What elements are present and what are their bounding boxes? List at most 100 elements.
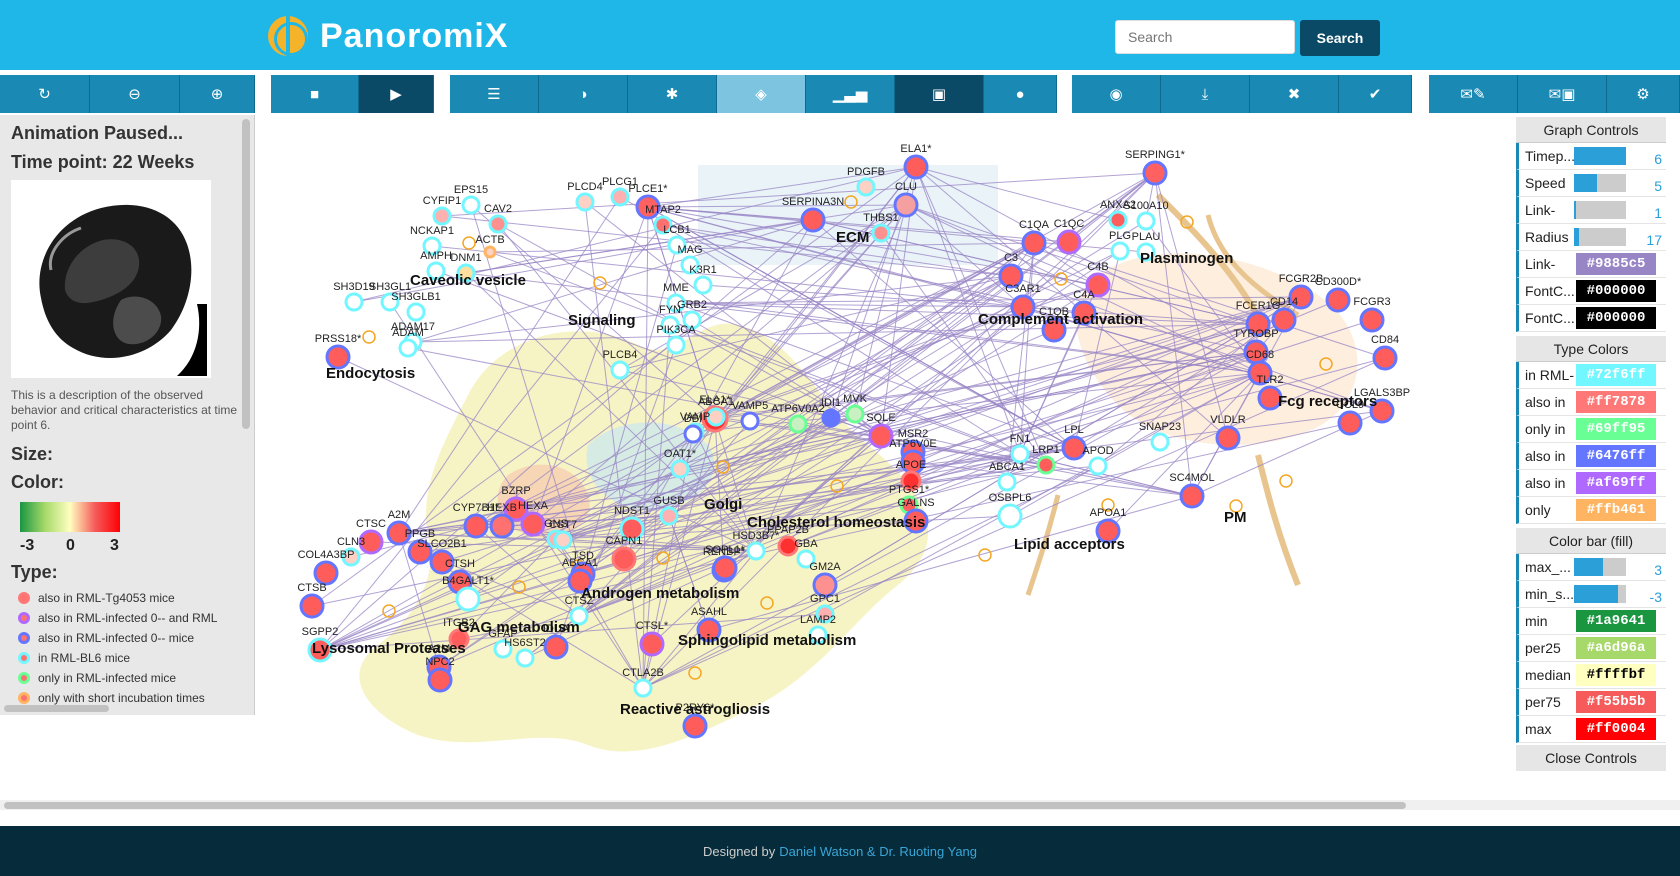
gene-node-circle[interactable] (427, 667, 453, 693)
color-picker[interactable]: #af69ff (1576, 472, 1656, 494)
color-bar-header[interactable]: Color bar (fill) (1516, 528, 1666, 554)
color-picker[interactable]: #ff0004 (1576, 718, 1656, 740)
gene-node-circle[interactable] (553, 530, 573, 550)
gene-node[interactable]: C3 (998, 252, 1024, 289)
gene-node[interactable]: C1QC (1054, 218, 1085, 255)
mail-edit-button[interactable]: ✉✎ (1429, 75, 1518, 113)
gene-node-circle[interactable] (432, 206, 452, 226)
gene-node-circle[interactable] (1359, 307, 1385, 333)
gene-node[interactable]: K3R1 (689, 264, 717, 295)
color-picker[interactable]: #9885c5 (1576, 253, 1656, 275)
slider[interactable] (1574, 201, 1626, 219)
hide-labels-button[interactable]: ◈ (717, 75, 806, 113)
gene-node-circle[interactable] (1142, 160, 1168, 186)
color-picker[interactable]: #000000 (1576, 280, 1656, 302)
gene-node-circle[interactable] (463, 513, 489, 539)
color-picker[interactable]: #ffb461 (1576, 499, 1656, 521)
gene-node-circle[interactable] (683, 424, 703, 444)
camera-button[interactable]: ◉ (1072, 75, 1161, 113)
color-picker[interactable]: #72f6ff (1576, 364, 1656, 386)
gene-node[interactable]: CD14 (1270, 296, 1298, 333)
gene-node-circle[interactable] (1150, 432, 1170, 452)
gene-node[interactable]: FCGR3 (1353, 296, 1391, 333)
gene-node-circle[interactable] (1179, 483, 1205, 509)
footer-authors-link[interactable]: Daniel Watson & Dr. Ruoting Yang (779, 844, 977, 859)
droplet-button[interactable]: ● (984, 75, 1057, 113)
refresh-button[interactable]: ↻ (0, 75, 90, 113)
gene-node-circle[interactable] (1136, 211, 1156, 231)
color-picker[interactable]: #000000 (1576, 307, 1656, 329)
gene-node-circle[interactable] (398, 338, 418, 358)
gene-node-circle[interactable] (693, 275, 713, 295)
gene-node[interactable]: NPC2 (425, 656, 455, 693)
gene-node-circle[interactable] (997, 472, 1017, 492)
gene-node-circle[interactable] (682, 713, 708, 739)
logo[interactable]: PanoromiX (268, 14, 508, 58)
color-picker[interactable]: #69ff95 (1576, 418, 1656, 440)
gene-node-circle[interactable] (455, 586, 481, 612)
color-picker[interactable]: #ff7878 (1576, 391, 1656, 413)
network-graph[interactable]: ELA1* PDGFB CLU SERPING1* EPS15 CYFIP1 CAV2 PLC… (258, 115, 1513, 800)
image-button[interactable]: ▣ (895, 75, 984, 113)
zoom-in-button[interactable]: ⊕ (180, 75, 255, 113)
color-picker[interactable]: #ffffbf (1576, 664, 1656, 686)
gene-node-circle[interactable] (515, 648, 535, 668)
gene-node[interactable]: FN1 (1010, 433, 1031, 464)
info-panel-horizontal-scrollbar[interactable] (4, 705, 109, 712)
color-picker[interactable]: #6476ff (1576, 445, 1656, 467)
gene-node-circle[interactable] (483, 245, 497, 259)
download-button[interactable]: ⤓ (1161, 75, 1250, 113)
gene-node-circle[interactable] (1036, 455, 1056, 475)
settings-button[interactable]: ⚙ (1607, 75, 1680, 113)
slider[interactable] (1574, 147, 1626, 165)
gene-node-circle[interactable] (1088, 456, 1108, 476)
zoom-out-button[interactable]: ⊖ (90, 75, 180, 113)
gene-node-circle[interactable] (1021, 230, 1047, 256)
search-input[interactable] (1115, 20, 1295, 54)
gene-node-circle[interactable] (1108, 210, 1128, 230)
gene-node-circle[interactable] (1337, 410, 1363, 436)
gene-node[interactable]: CTSB (297, 582, 327, 619)
gene-node-circle[interactable] (611, 546, 637, 572)
gene-node[interactable]: CYFIP1 (423, 195, 462, 226)
gene-node[interactable]: DBI (683, 413, 703, 444)
gene-node-circle[interactable] (1010, 444, 1030, 464)
gene-node-circle[interactable] (800, 207, 826, 233)
gene-node-circle[interactable] (488, 214, 508, 234)
gene-node-circle[interactable] (520, 511, 546, 537)
info-panel-scrollbar[interactable] (242, 119, 250, 429)
gene-node[interactable]: CD84 (1371, 334, 1399, 371)
gene-node[interactable]: OSBPL6 (989, 492, 1032, 529)
slider[interactable] (1574, 228, 1626, 246)
asterisk-button[interactable]: ✱ (628, 75, 717, 113)
gene-node[interactable]: SC4MOL (1169, 472, 1215, 509)
type-colors-header[interactable]: Type Colors (1516, 336, 1666, 362)
play-button[interactable]: ▶ (359, 75, 434, 113)
gene-node[interactable]: CLU (893, 181, 919, 218)
gene-node[interactable]: SERPING1* (1125, 149, 1186, 186)
gene-node-circle[interactable] (1215, 425, 1241, 451)
gene-node[interactable]: PRSS18* (315, 333, 362, 370)
gene-node-circle[interactable] (489, 513, 515, 539)
gene-node-circle[interactable] (788, 414, 808, 434)
gene-node-circle[interactable] (633, 678, 653, 698)
gene-node-circle[interactable] (670, 459, 690, 479)
gene-node-circle[interactable] (871, 223, 891, 243)
gene-node[interactable]: PLCD4 (567, 181, 603, 212)
gene-node-circle[interactable] (659, 506, 679, 526)
graph-horizontal-scrollbar[interactable] (4, 802, 1406, 809)
gene-node[interactable]: S100A10 (1123, 200, 1169, 231)
gene-node-circle[interactable] (299, 593, 325, 619)
gene-node[interactable]: CAV2 (484, 203, 512, 234)
gene-node-circle[interactable] (313, 560, 339, 586)
gene-node-circle[interactable] (1325, 287, 1351, 313)
gene-node-circle[interactable] (856, 177, 876, 197)
gene-node-circle[interactable] (1110, 241, 1130, 261)
bar-chart-button[interactable]: ▁▃▅ (806, 75, 895, 113)
gene-node-circle[interactable] (639, 631, 665, 657)
list-button[interactable]: ☰ (450, 75, 539, 113)
gene-node[interactable]: HEXB (487, 502, 517, 539)
gene-node-circle[interactable] (1056, 229, 1082, 255)
close-controls-button[interactable]: Close Controls (1516, 745, 1666, 771)
gene-node-circle[interactable] (746, 541, 766, 561)
